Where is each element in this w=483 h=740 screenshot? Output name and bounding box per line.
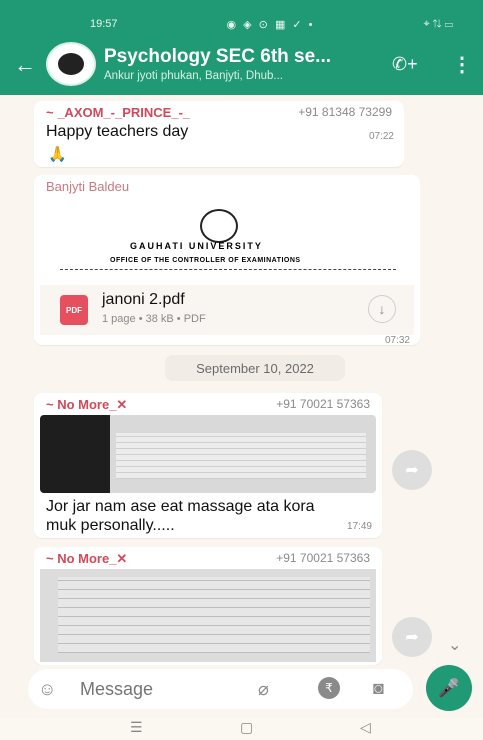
group-avatar[interactable] — [46, 42, 96, 86]
avatar-image — [58, 53, 84, 75]
document-message[interactable]: Banjyti Baldeu GAUHATI UNIVERSITY OFFICE… — [34, 175, 420, 346]
image-message[interactable]: ~ No More_✕ +91 70021 57363 — [34, 547, 382, 665]
file-meta: 1 page • 38 kB • PDF — [102, 313, 206, 325]
message-sender: ~ _AXOM_-_PRINCE_-_ — [46, 105, 191, 120]
doc-divider — [60, 269, 396, 270]
message-input-bar: ☺ ⌀ ₹ ◙ 🎤 — [0, 665, 483, 717]
message-input[interactable] — [78, 678, 262, 701]
home-button[interactable]: ▢ — [240, 719, 253, 736]
mic-icon[interactable]: 🎤 — [426, 665, 472, 711]
sender-phone: +91 81348 73299 — [298, 105, 392, 119]
date-separator: September 10, 2022 — [165, 355, 345, 381]
folded-hands-emoji: 🙏 — [48, 146, 67, 163]
payment-icon[interactable]: ₹ — [318, 677, 340, 699]
attached-photo[interactable] — [40, 415, 376, 493]
message-sender: ~ No More_✕ — [46, 551, 128, 566]
message-text: Jor jar nam ase eat massage ata kora muk… — [46, 498, 315, 534]
sender-phone: +91 70021 57363 — [276, 397, 370, 411]
back-arrow-icon[interactable]: ← — [14, 54, 36, 76]
message-sender: Banjyti Baldeu — [46, 179, 130, 194]
status-right-icons: ⌖ ⇅ ▭ — [423, 18, 453, 30]
system-nav-bar: ☰ ▢ ◁ — [0, 717, 483, 740]
file-name: janoni 2.pdf — [102, 291, 185, 308]
sender-phone: +91 70021 57363 — [276, 551, 370, 565]
chat-header: 19:57 ◉ ◈ ⊙ ▦ ✓ • ⌖ ⇅ ▭ ← Psychology SEC… — [0, 0, 483, 95]
photo-sheet — [58, 577, 370, 653]
message-time: 17:49 — [346, 521, 372, 532]
download-icon[interactable]: ↓ — [368, 295, 396, 323]
chat-area: ~ _AXOM_-_PRINCE_-_ +91 81348 73299 Happ… — [0, 95, 483, 665]
pdf-icon: PDF — [60, 295, 88, 325]
image-message[interactable]: ~ No More_✕ +91 70021 57363 Jor jar nam … — [34, 393, 382, 538]
forward-icon[interactable]: ➦ — [392, 450, 432, 490]
message-sender: ~ No More_✕ — [46, 397, 128, 412]
camera-icon[interactable]: ◙ — [373, 678, 384, 699]
message-input-container[interactable]: ☺ ⌀ ₹ ◙ — [28, 669, 413, 709]
status-icons: ◉ ◈ ⊙ ▦ ✓ • — [226, 19, 315, 31]
photo-sheet — [116, 433, 366, 479]
chat-members[interactable]: Ankur jyoti phukan, Banjyti, Dhub... — [104, 70, 374, 82]
document-preview[interactable]: GAUHATI UNIVERSITY OFFICE OF THE CONTROL… — [40, 199, 414, 284]
more-options-icon[interactable]: ⋮ — [452, 52, 472, 77]
message-time: 07:22 — [368, 131, 394, 142]
doc-subheading: OFFICE OF THE CONTROLLER OF EXAMINATIONS — [110, 257, 301, 264]
status-bar: 19:57 ◉ ◈ ⊙ ▦ ✓ • ⌖ ⇅ ▭ — [90, 18, 453, 34]
message-time: 07:32 — [384, 335, 410, 346]
forward-icon[interactable]: ➦ — [392, 617, 432, 657]
university-seal-icon — [200, 209, 238, 243]
doc-heading: GAUHATI UNIVERSITY — [130, 241, 263, 251]
status-time: 19:57 — [90, 18, 118, 30]
emoji-icon[interactable]: ☺ — [38, 679, 56, 700]
back-button[interactable]: ◁ — [360, 719, 371, 736]
message-bubble[interactable]: ~ _AXOM_-_PRINCE_-_ +91 81348 73299 Happ… — [34, 101, 404, 167]
photo-shadow — [40, 415, 110, 493]
message-text: Happy teachers day — [46, 123, 189, 140]
attached-photo[interactable] — [40, 569, 376, 662]
recent-apps-button[interactable]: ☰ — [130, 719, 143, 736]
attach-icon[interactable]: ⌀ — [258, 679, 269, 700]
file-row[interactable]: PDF janoni 2.pdf 1 page • 38 kB • PDF ↓ — [40, 285, 414, 335]
chat-title[interactable]: Psychology SEC 6th se... — [104, 46, 379, 68]
add-call-icon[interactable]: ✆+ — [392, 54, 418, 75]
scroll-down-icon[interactable]: ⌄ — [448, 635, 461, 655]
